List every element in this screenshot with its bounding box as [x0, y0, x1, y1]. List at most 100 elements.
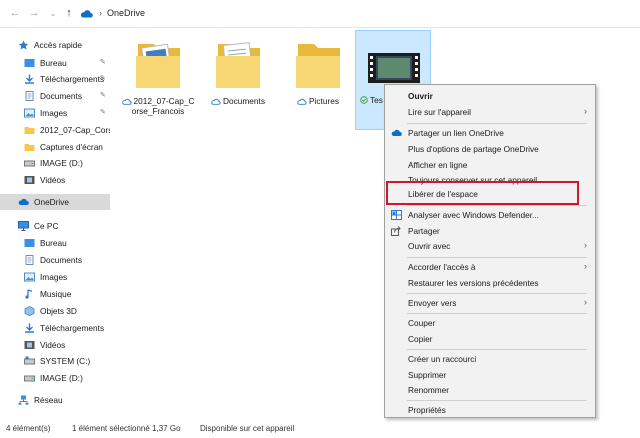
video-file-icon	[368, 53, 420, 83]
menu-separator	[407, 400, 587, 401]
nav-label: Téléchargements	[40, 74, 105, 84]
pin-icon: ✎	[100, 92, 106, 99]
cloud-status-icon	[211, 98, 221, 105]
recent-locations-chevron-icon[interactable]: ⌄	[46, 6, 60, 20]
back-arrow-icon[interactable]: ←	[8, 6, 22, 20]
file-item[interactable]: 2012_07-Cap_C orse_Francois	[120, 32, 196, 132]
star-icon	[18, 40, 29, 50]
pictures-icon	[24, 272, 35, 282]
menu-separator	[407, 205, 587, 206]
drive-icon	[24, 375, 35, 382]
nav-label: Documents	[40, 91, 82, 101]
cloud-icon	[80, 9, 93, 17]
defender-shield-icon	[391, 210, 402, 220]
computer-icon	[18, 221, 29, 231]
nav-pc-image-d[interactable]: IMAGE (D:)	[0, 370, 110, 386]
menu-separator	[407, 313, 587, 314]
folder-icon	[296, 44, 340, 88]
nav-qa-cap-corse[interactable]: 2012_07-Cap_Corse	[0, 122, 110, 138]
menu-item-create-shortcut[interactable]: Créer un raccourci	[385, 351, 595, 367]
nav-pc-system-c[interactable]: SYSTEM (C:)	[0, 353, 110, 369]
nav-label: Ce PC	[34, 221, 59, 231]
menu-item-read-on-device[interactable]: Lire sur l'appareil ›	[385, 104, 595, 120]
address-bar: ← → ⌄ ↑ › OneDrive	[0, 0, 640, 28]
nav-label: OneDrive	[34, 197, 70, 207]
menu-item-grant-access[interactable]: Accorder l'accès à ›	[385, 259, 595, 275]
menu-item-open-with[interactable]: Ouvrir avec ›	[385, 238, 595, 254]
download-icon	[25, 74, 34, 84]
breadcrumb-onedrive[interactable]: OneDrive	[107, 8, 145, 18]
cloud-status-icon	[121, 98, 132, 105]
nav-label: Musique	[40, 289, 72, 299]
breadcrumb[interactable]: › OneDrive	[80, 4, 640, 22]
submenu-arrow-icon: ›	[584, 261, 587, 271]
nav-qa-telechargements[interactable]: Téléchargements ✎	[0, 71, 110, 87]
nav-pc-telechargements[interactable]: Téléchargements	[0, 320, 110, 336]
nav-label: IMAGE (D:)	[40, 373, 83, 383]
nav-qa-images[interactable]: Images ✎	[0, 105, 110, 121]
nav-label: Images	[40, 108, 68, 118]
cloud-icon	[18, 198, 29, 205]
folder-photos-icon	[136, 43, 180, 88]
menu-item-share-link[interactable]: Partager un lien OneDrive	[385, 125, 595, 141]
menu-item-send-to[interactable]: Envoyer vers ›	[385, 295, 595, 311]
nav-network[interactable]: Réseau	[0, 392, 110, 408]
nav-pc-objets3d[interactable]: Objets 3D	[0, 303, 110, 319]
menu-item-delete[interactable]: Supprimer	[385, 367, 595, 383]
documents-icon	[25, 255, 34, 265]
submenu-arrow-icon: ›	[584, 297, 587, 307]
nav-label: Vidéos	[40, 340, 66, 350]
forward-arrow-icon[interactable]: →	[27, 6, 41, 20]
windows-drive-icon	[24, 356, 35, 365]
nav-pc-documents[interactable]: Documents	[0, 252, 110, 268]
menu-separator	[407, 257, 587, 258]
menu-item-scan-defender[interactable]: Analyser avec Windows Defender...	[385, 207, 595, 223]
menu-item-properties[interactable]: Propriétés	[385, 402, 595, 418]
nav-label: 2012_07-Cap_Corse	[40, 125, 110, 135]
available-check-icon	[360, 96, 368, 104]
file-item[interactable]: Documents	[200, 32, 276, 132]
context-menu: Ouvrir Lire sur l'appareil › Partager un …	[384, 84, 596, 418]
pin-icon: ✎	[100, 59, 106, 66]
up-arrow-icon[interactable]: ↑	[62, 6, 76, 20]
nav-label: Objets 3D	[40, 306, 77, 316]
menu-item-copy[interactable]: Copier	[385, 331, 595, 347]
menu-item-open[interactable]: Ouvrir	[385, 88, 595, 104]
nav-onedrive[interactable]: OneDrive	[0, 194, 110, 210]
highlight-box	[386, 181, 579, 205]
menu-item-share[interactable]: Partager	[385, 223, 595, 239]
breadcrumb-separator-icon: ›	[99, 8, 102, 18]
download-icon	[25, 323, 34, 333]
menu-item-cut[interactable]: Couper	[385, 315, 595, 331]
nav-qa-image-d[interactable]: IMAGE (D:)	[0, 155, 110, 171]
menu-item-view-online[interactable]: Afficher en ligne	[385, 157, 595, 173]
menu-item-more-share[interactable]: Plus d'options de partage OneDrive	[385, 141, 595, 157]
nav-quick-access[interactable]: Accès rapide	[0, 37, 110, 53]
nav-pc-images[interactable]: Images	[0, 269, 110, 285]
menu-item-restore-versions[interactable]: Restaurer les versions précédentes	[385, 275, 595, 291]
nav-qa-documents[interactable]: Documents ✎	[0, 88, 110, 104]
nav-label: Captures d'écran	[40, 142, 103, 152]
nav-label: IMAGE (D:)	[40, 158, 83, 168]
menu-item-rename[interactable]: Renommer	[385, 382, 595, 398]
folder-icon	[24, 127, 35, 134]
nav-this-pc[interactable]: Ce PC	[0, 218, 110, 234]
nav-pc-musique[interactable]: Musique	[0, 286, 110, 302]
file-name: Documents	[200, 96, 276, 106]
availability-status: Disponible sur cet appareil	[200, 424, 295, 433]
desktop-icon	[24, 239, 35, 247]
nav-pc-videos[interactable]: Vidéos	[0, 337, 110, 353]
nav-label: Accès rapide	[34, 40, 82, 50]
nav-qa-bureau[interactable]: Bureau ✎	[0, 55, 110, 71]
documents-icon	[25, 91, 34, 101]
file-item[interactable]: Pictures	[280, 32, 356, 132]
nav-qa-videos[interactable]: Vidéos	[0, 172, 110, 188]
nav-label: Bureau	[40, 58, 67, 68]
nav-qa-captures[interactable]: Captures d'écran	[0, 139, 110, 155]
nav-pc-bureau[interactable]: Bureau	[0, 235, 110, 251]
nav-label: Vidéos	[40, 175, 66, 185]
submenu-arrow-icon: ›	[584, 240, 587, 250]
submenu-arrow-icon: ›	[584, 106, 587, 116]
drive-icon	[24, 160, 35, 167]
navigation-pane: Accès rapide Bureau ✎ Téléchargements ✎ …	[0, 28, 110, 420]
